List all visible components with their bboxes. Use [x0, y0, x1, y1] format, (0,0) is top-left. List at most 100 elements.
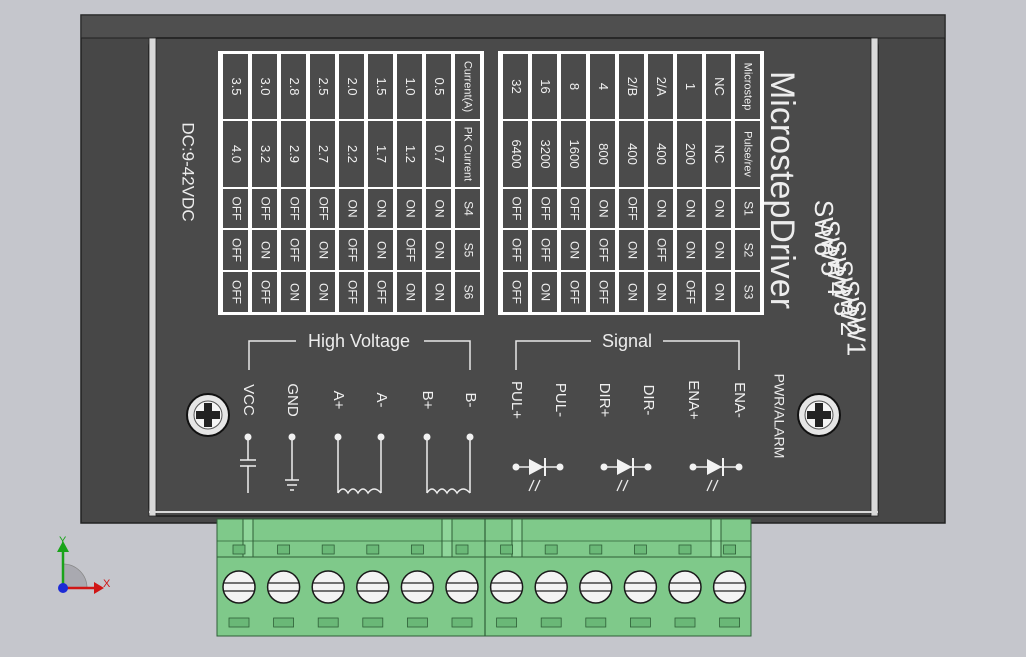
supply-voltage-label: DC:9-42VDC — [179, 122, 198, 221]
microstep-table-text: NC — [712, 145, 727, 164]
microstep-table-text: OFF — [538, 197, 552, 221]
current-table-text: OFF — [287, 197, 301, 221]
current-table-text: 1.2 — [403, 145, 418, 163]
terminal-block — [216, 518, 752, 637]
microstep-table-text: NC — [712, 77, 727, 96]
microstep-table-text: OFF — [509, 197, 523, 221]
current-table-text: OFF — [229, 280, 243, 304]
current-table-text: 1.5 — [374, 77, 389, 95]
microstep-table-text: Pulse/rev — [742, 131, 754, 177]
switch-label: SW1 — [842, 300, 872, 356]
current-table-text: OFF — [374, 280, 388, 304]
microstep-table-text: ON — [712, 241, 726, 259]
terminal-label: ENA+ — [685, 380, 702, 420]
microstep-table-text: ON — [712, 200, 726, 218]
current-table-text: OFF — [229, 197, 243, 221]
microstep-table-text: ON — [596, 200, 610, 218]
terminal-label: GND — [284, 383, 301, 417]
microstep-table-text: 3200 — [538, 140, 553, 169]
current-table-text: ON — [432, 200, 446, 218]
current-table-text: 2.7 — [316, 145, 331, 163]
current-table-text: ON — [432, 241, 446, 259]
terminal-label: PUL- — [552, 383, 569, 417]
current-table-text: ON — [374, 200, 388, 218]
high-voltage-label: High Voltage — [308, 331, 410, 351]
microstep-table-text: 1 — [683, 83, 698, 90]
current-table-text: ON — [432, 283, 446, 301]
left-screw-icon — [186, 393, 230, 437]
cad-viewport: 3.5 4.0 OFF OFF OFF 3.0 3.2 OFF ON OFF 2.8 2.9 OFF OF… — [0, 0, 1026, 652]
current-table-text: OFF — [403, 238, 417, 262]
current-table-text: OFF — [345, 238, 359, 262]
microstep-table-text: OFF — [509, 238, 523, 262]
current-table-text: ON — [403, 283, 417, 301]
device-title: MicrostepDriver — [763, 71, 801, 309]
microstep-table-text: 800 — [596, 143, 611, 165]
current-table-text: ON — [316, 283, 330, 301]
current-table-text: ON — [403, 200, 417, 218]
face-left-rail — [148, 37, 157, 517]
current-table-text: OFF — [258, 280, 272, 304]
microstep-table-text: OFF — [654, 238, 668, 262]
current-table-text: ON — [287, 283, 301, 301]
current-table-text: ON — [345, 200, 359, 218]
current-table-text: S6 — [461, 285, 475, 300]
microstep-table-text: OFF — [509, 280, 523, 304]
current-table-text: ON — [374, 241, 388, 259]
microstep-table-text: OFF — [625, 197, 639, 221]
driver-drawing: 3.5 4.0 OFF OFF OFF 3.0 3.2 OFF ON OFF 2.8 2.9 OFF OF… — [57, 14, 946, 637]
current-table-text: ON — [258, 241, 272, 259]
current-table-text: 2.8 — [287, 77, 302, 95]
terminal-label: DIR+ — [596, 383, 613, 418]
microstep-table-text: Microstep — [742, 63, 754, 111]
current-table-text: 2.9 — [287, 145, 302, 163]
terminal-label: DIR- — [640, 385, 657, 416]
microstep-table-text: OFF — [538, 238, 552, 262]
microstep-table-text: OFF — [567, 197, 581, 221]
current-table-text: OFF — [258, 197, 272, 221]
current-table-text: S4 — [461, 201, 475, 216]
microstep-table-text: ON — [654, 200, 668, 218]
current-table-text: OFF — [229, 238, 243, 262]
current-table-text: S5 — [461, 243, 475, 258]
terminal-label: VCC — [240, 384, 257, 416]
current-table-text: OFF — [345, 280, 359, 304]
microstep-table-text: ON — [567, 241, 581, 259]
terminal-label: PUL+ — [508, 381, 525, 419]
terminal-label: B- — [462, 393, 479, 408]
current-table-text: 0.5 — [432, 77, 447, 95]
microstep-table-text: 400 — [654, 143, 669, 165]
current-table-text: 3.0 — [258, 77, 273, 95]
microstep-table-text: 4 — [596, 83, 611, 90]
current-table-text: 1.7 — [374, 145, 389, 163]
microstep-table-text: S2 — [741, 243, 755, 258]
microstep-table-text: 32 — [509, 79, 524, 93]
right-screw-icon — [797, 393, 841, 437]
current-table-text: 2.0 — [345, 77, 360, 95]
current-table-text: 3.2 — [258, 145, 273, 163]
microstep-table-text: ON — [683, 200, 697, 218]
current-table-text: 2.2 — [345, 145, 360, 163]
pwr-alarm-label: PWR/ALARM — [771, 374, 787, 459]
microstep-table-text: OFF — [683, 280, 697, 304]
current-table-text: 4.0 — [229, 145, 244, 163]
terminal-block-top — [216, 518, 752, 558]
terminal-label: A- — [373, 393, 390, 408]
current-table-text: 0.7 — [432, 145, 447, 163]
microstep-table-text: 1600 — [567, 140, 582, 169]
x-axis-label: X — [103, 578, 111, 590]
current-table-text: OFF — [287, 238, 301, 262]
microstep-table-text: 2/A — [654, 77, 669, 97]
current-table-text: OFF — [316, 197, 330, 221]
microstep-table-text: 6400 — [509, 140, 524, 169]
microstep-table-text: ON — [683, 241, 697, 259]
signal-label: Signal — [602, 331, 652, 351]
current-table-text: PK Current — [462, 127, 474, 181]
terminal-label: A+ — [330, 391, 347, 410]
microstep-table-text: 2/B — [625, 77, 640, 97]
microstep-table-text: OFF — [596, 280, 610, 304]
current-table-text: Current(A) — [462, 61, 474, 112]
microstep-table-text: ON — [712, 283, 726, 301]
current-table-text: ON — [316, 241, 330, 259]
current-table-text: 3.5 — [229, 77, 244, 95]
